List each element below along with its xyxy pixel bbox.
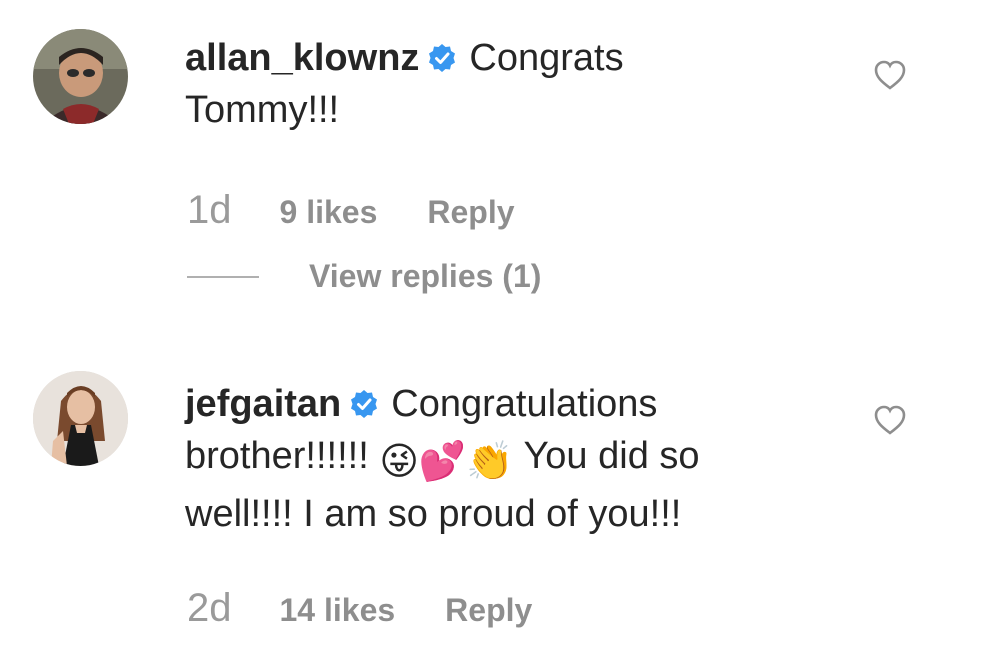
comment-meta: 1d 9 likes Reply xyxy=(187,188,515,233)
comment-timestamp[interactable]: 1d xyxy=(187,188,232,233)
verified-badge-icon xyxy=(351,390,378,418)
comment-timestamp[interactable]: 2d xyxy=(187,586,232,631)
emoji-group: 😜💕👏 xyxy=(379,441,514,483)
reply-button[interactable]: Reply xyxy=(445,592,532,629)
comments-list: allan_klownz Congrats Tommy!!! 1d 9 like… xyxy=(0,0,1001,650)
avatar-photo-woman xyxy=(33,371,128,466)
verified-badge-icon xyxy=(429,44,456,72)
view-replies-button[interactable]: View replies (1) xyxy=(187,258,541,295)
comment-meta: 2d 14 likes Reply xyxy=(187,586,532,631)
avatar-photo-man xyxy=(33,29,128,124)
likes-count[interactable]: 9 likes xyxy=(280,194,378,231)
comment-text: Congrats xyxy=(469,37,624,79)
divider-line xyxy=(187,275,259,278)
avatar[interactable] xyxy=(33,371,128,466)
view-replies-label: View replies (1) xyxy=(309,258,542,294)
comment-text: brother!!!!!! xyxy=(185,435,369,477)
avatar[interactable] xyxy=(33,29,128,124)
heart-icon[interactable] xyxy=(872,57,908,93)
comment-text: Tommy!!! xyxy=(185,89,340,131)
likes-count[interactable]: 14 likes xyxy=(280,592,396,629)
comment-text: well!!!! I am so proud of you!!! xyxy=(185,493,682,535)
comment-username[interactable]: jefgaitan xyxy=(185,383,341,425)
comment-body: allan_klownz Congrats Tommy!!! xyxy=(185,32,825,136)
comment-text: You did so xyxy=(523,435,700,477)
reply-button[interactable]: Reply xyxy=(427,194,514,231)
comment-body: jefgaitan Congratulations brother!!!!!! … xyxy=(185,378,825,540)
comment-username[interactable]: allan_klownz xyxy=(185,37,419,79)
comment-text: Congratulations xyxy=(391,383,658,425)
heart-icon[interactable] xyxy=(872,402,908,438)
